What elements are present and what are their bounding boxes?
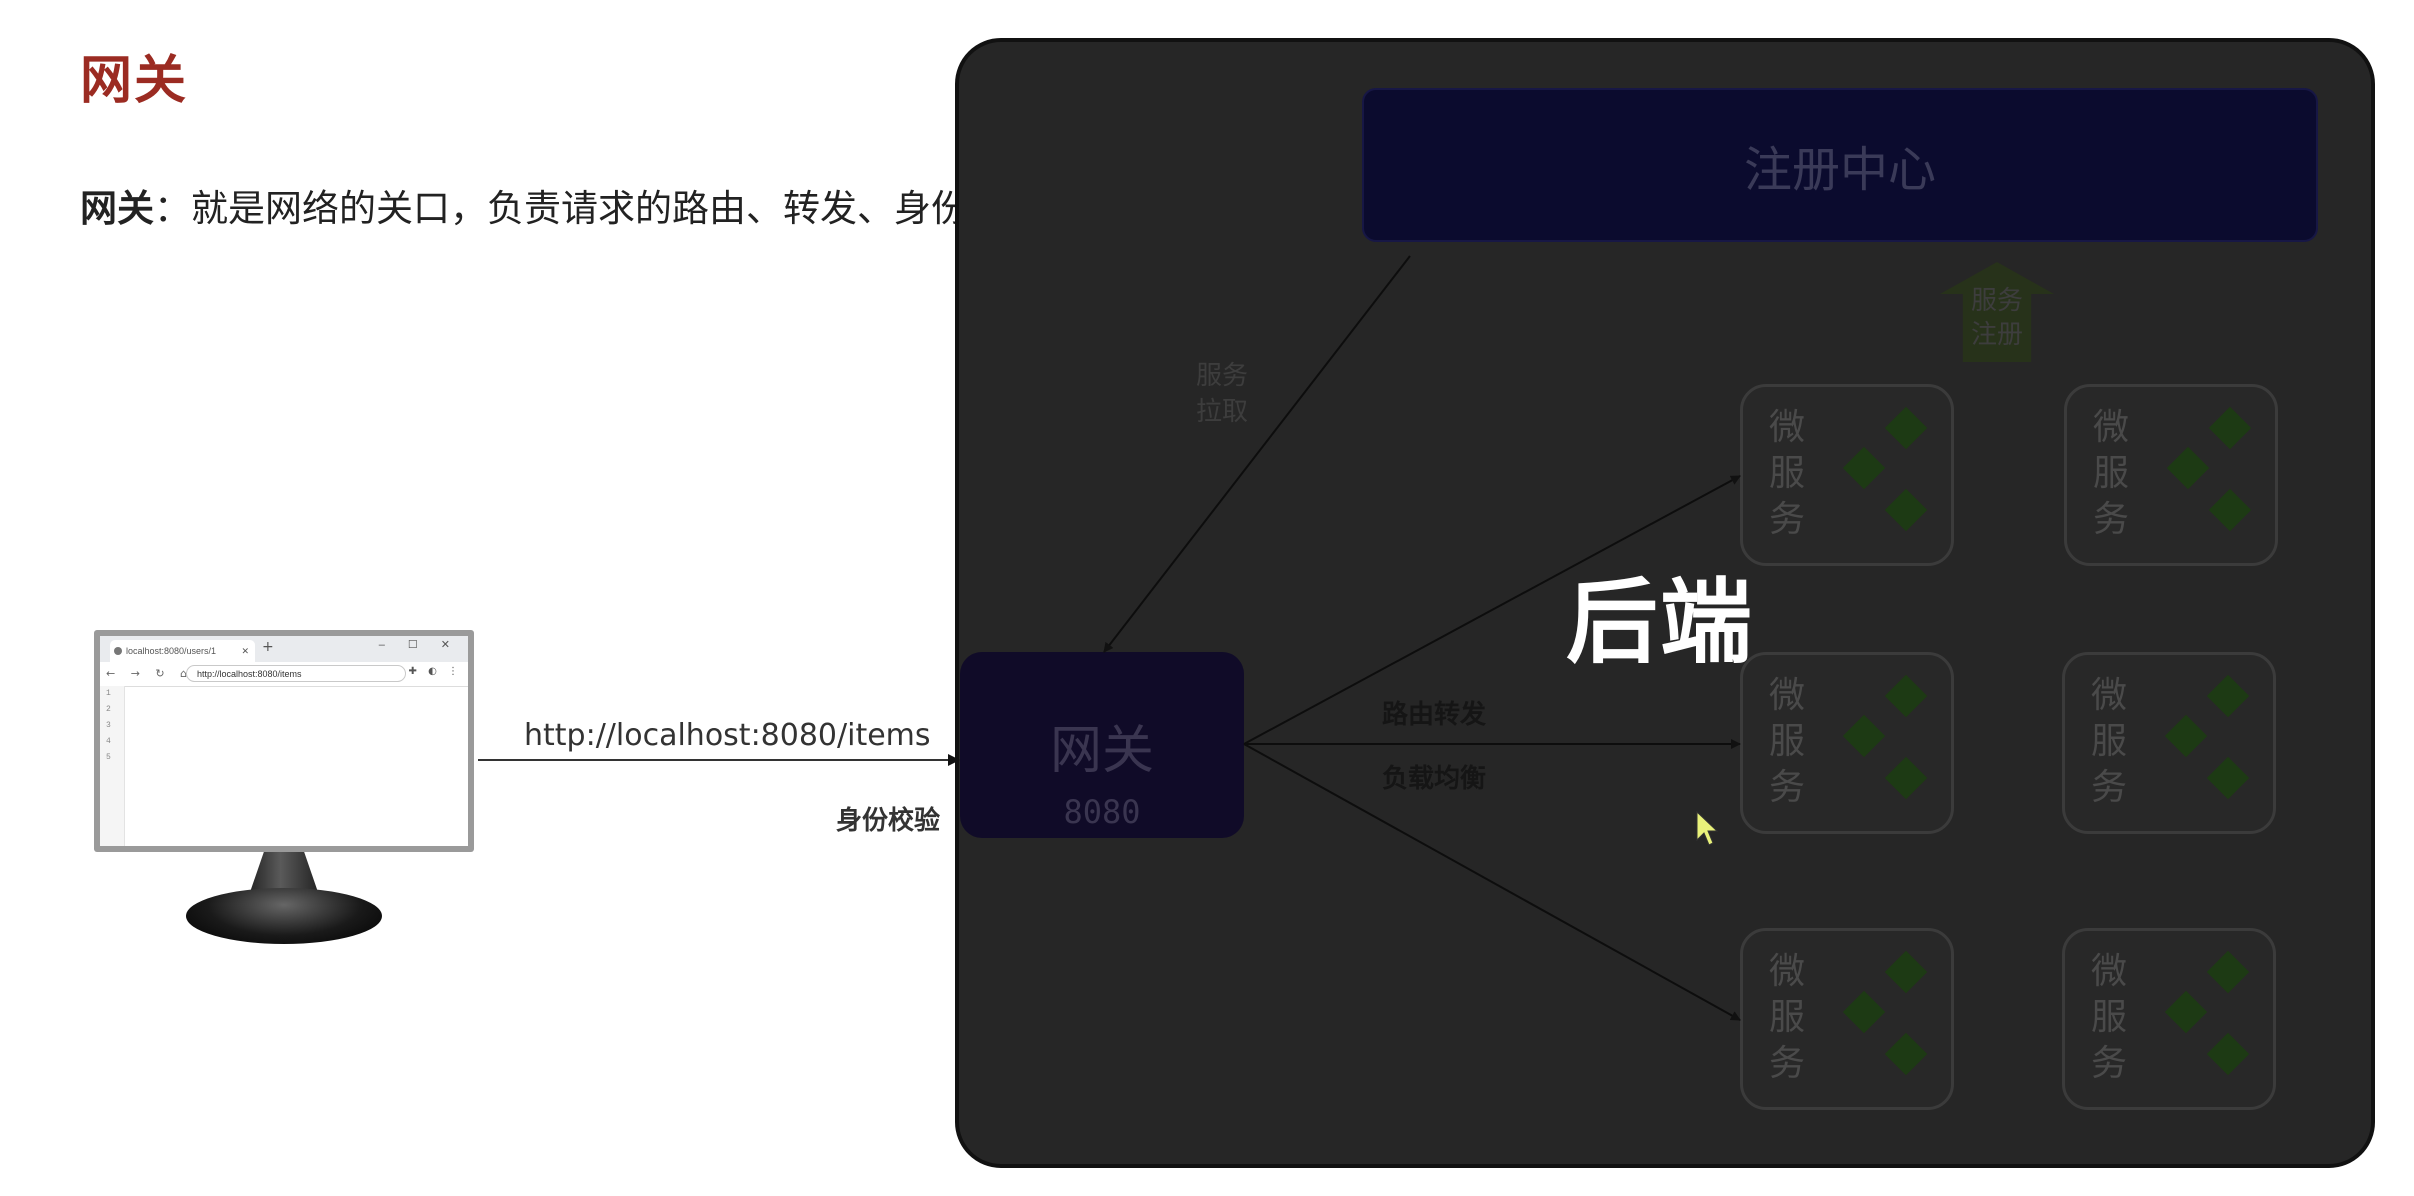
backend-title: 后端 xyxy=(1566,569,1755,676)
connector-lines xyxy=(478,255,1741,1021)
mouse-cursor-icon xyxy=(1696,810,1719,846)
registry-to-gateway-arrow xyxy=(1103,255,1411,653)
gateway-to-service-bottom-arrow xyxy=(1243,743,1741,1021)
